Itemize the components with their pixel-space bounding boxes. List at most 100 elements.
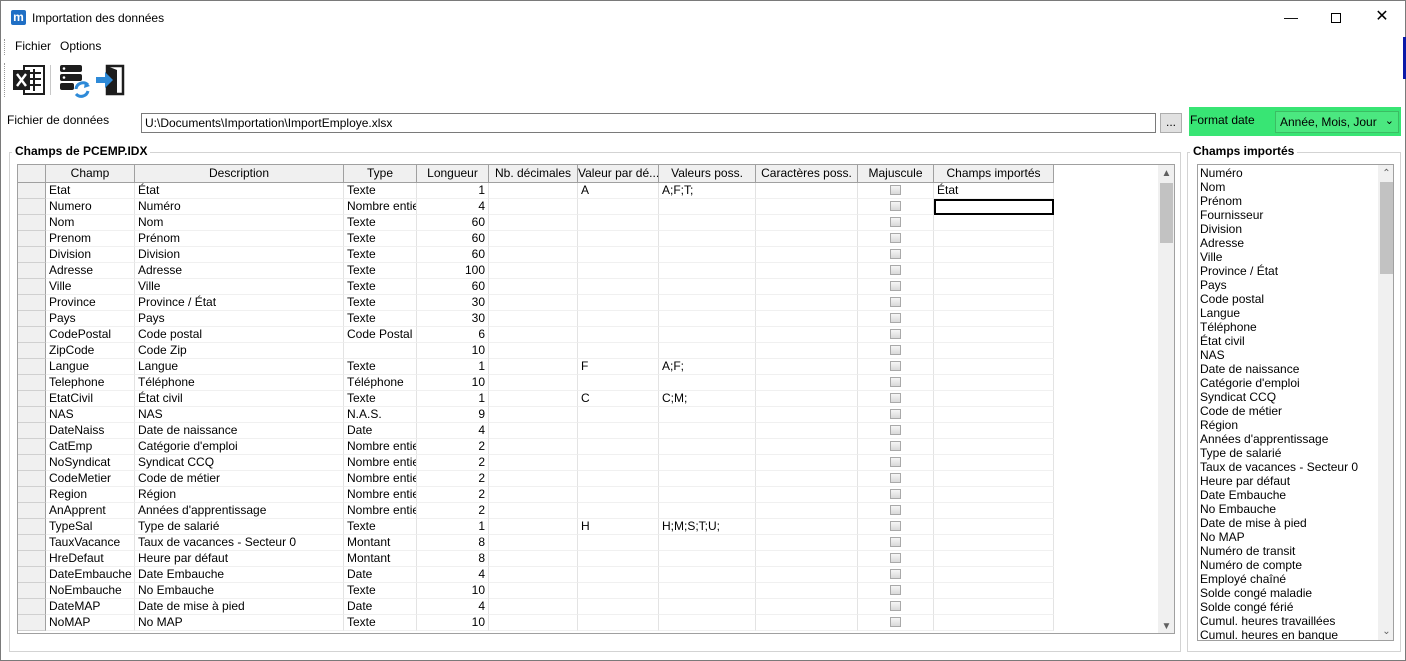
checkbox[interactable] [890, 361, 901, 371]
grid-cell[interactable]: 10 [417, 375, 489, 391]
list-item[interactable]: Années d'apprentissage [1198, 432, 1378, 446]
grid-cell[interactable]: Region [46, 487, 135, 503]
grid-cell[interactable]: Division [135, 247, 344, 263]
grid-cell[interactable] [578, 263, 659, 279]
checkbox[interactable] [890, 217, 901, 227]
grid-cell[interactable] [756, 471, 858, 487]
list-item[interactable]: Prénom [1198, 194, 1378, 208]
grid-cell[interactable] [934, 391, 1054, 407]
grid-cell[interactable]: DateNaiss [46, 423, 135, 439]
grid-cell[interactable]: Telephone [46, 375, 135, 391]
column-header[interactable]: Description [135, 165, 344, 183]
grid-cell[interactable] [934, 295, 1054, 311]
list-item[interactable]: Cumul. heures en banque [1198, 628, 1378, 640]
checkbox[interactable] [890, 201, 901, 211]
list-item[interactable]: Adresse [1198, 236, 1378, 250]
grid-cell[interactable]: Langue [46, 359, 135, 375]
uppercase-checkbox-cell[interactable] [858, 583, 934, 599]
grid-cell[interactable] [489, 535, 578, 551]
scroll-down-arrow-icon[interactable]: ▼ [1158, 618, 1174, 633]
list-item[interactable]: Numéro de compte [1198, 558, 1378, 572]
grid-cell[interactable]: No Embauche [135, 583, 344, 599]
grid-cell[interactable] [578, 599, 659, 615]
grid-cell[interactable] [756, 343, 858, 359]
table-row[interactable]: AnApprent Années d'apprentissage Nombre en… [18, 503, 1158, 519]
grid-cell[interactable] [659, 599, 756, 615]
checkbox[interactable] [890, 425, 901, 435]
grid-cell[interactable]: Texte [344, 615, 417, 631]
grid-cell[interactable]: Nombre entier [344, 439, 417, 455]
table-row[interactable]: DateEmbauche Date Embauche Date 4 [18, 567, 1158, 583]
table-row[interactable]: CodePostal Code postal Code Postal 6 [18, 327, 1158, 343]
grid-cell[interactable] [659, 375, 756, 391]
grid-cell[interactable]: Nombre entier [344, 503, 417, 519]
grid-cell[interactable] [756, 407, 858, 423]
column-header[interactable]: Longueur [417, 165, 489, 183]
grid-cell[interactable] [934, 503, 1054, 519]
list-item[interactable]: Date de naissance [1198, 362, 1378, 376]
grid-cell[interactable]: DateEmbauche [46, 567, 135, 583]
grid-cell[interactable]: Texte [344, 583, 417, 599]
grid-cell[interactable] [756, 423, 858, 439]
fields-grid[interactable]: Champ Description Type Longueur Nb. décimale… [17, 164, 1175, 634]
table-row[interactable]: Region Région Nombre entier 2 [18, 487, 1158, 503]
grid-cell[interactable] [756, 519, 858, 535]
grid-cell[interactable] [489, 359, 578, 375]
grid-cell[interactable]: Ville [46, 279, 135, 295]
grid-cell[interactable]: Date [344, 599, 417, 615]
checkbox[interactable] [890, 297, 901, 307]
grid-cell[interactable]: 30 [417, 311, 489, 327]
uppercase-checkbox-cell[interactable] [858, 503, 934, 519]
checkbox[interactable] [890, 505, 901, 515]
grid-cell[interactable]: État civil [135, 391, 344, 407]
grid-vertical-scrollbar[interactable]: ▲ ▼ [1158, 165, 1174, 633]
grid-cell[interactable]: Province / État [135, 295, 344, 311]
grid-cell[interactable]: CatEmp [46, 439, 135, 455]
list-item[interactable]: Ville [1198, 250, 1378, 264]
row-header[interactable] [18, 391, 46, 407]
grid-cell[interactable] [659, 231, 756, 247]
list-item[interactable]: Langue [1198, 306, 1378, 320]
uppercase-checkbox-cell[interactable] [858, 183, 934, 199]
grid-cell[interactable] [489, 423, 578, 439]
uppercase-checkbox-cell[interactable] [858, 263, 934, 279]
table-row[interactable]: NoEmbauche No Embauche Texte 10 [18, 583, 1158, 599]
grid-cell[interactable] [756, 263, 858, 279]
checkbox[interactable] [890, 601, 901, 611]
column-header[interactable]: Valeur par dé... [578, 165, 659, 183]
grid-cell[interactable] [578, 295, 659, 311]
row-header[interactable] [18, 327, 46, 343]
row-header[interactable] [18, 279, 46, 295]
list-item[interactable]: Province / État [1198, 264, 1378, 278]
grid-cell[interactable] [489, 471, 578, 487]
grid-cell[interactable] [756, 567, 858, 583]
uppercase-checkbox-cell[interactable] [858, 615, 934, 631]
table-row[interactable]: Telephone Téléphone Téléphone 10 [18, 375, 1158, 391]
list-item[interactable]: Catégorie d'emploi [1198, 376, 1378, 390]
grid-cell[interactable] [578, 487, 659, 503]
imported-fields-list[interactable]: Numéro Nom Prénom Fournisseur Division Adress… [1197, 164, 1394, 641]
grid-cell[interactable] [578, 423, 659, 439]
grid-cell[interactable] [934, 231, 1054, 247]
grid-cell[interactable] [578, 311, 659, 327]
date-format-select[interactable]: Année, Mois, Jour ⌄ [1275, 111, 1399, 133]
table-row[interactable]: Numero Numéro Nombre entier 4 [18, 199, 1158, 215]
database-refresh-icon[interactable] [56, 62, 92, 98]
grid-cell[interactable]: Texte [344, 247, 417, 263]
grid-cell[interactable]: Adresse [46, 263, 135, 279]
list-scroll-up-icon[interactable]: ⌃ [1378, 165, 1393, 182]
grid-cell[interactable] [659, 311, 756, 327]
uppercase-checkbox-cell[interactable] [858, 311, 934, 327]
row-header[interactable] [18, 343, 46, 359]
list-item[interactable]: No MAP [1198, 530, 1378, 544]
grid-cell[interactable]: NAS [135, 407, 344, 423]
scroll-thumb[interactable] [1160, 183, 1173, 243]
grid-cell[interactable] [578, 327, 659, 343]
grid-cell[interactable]: DateMAP [46, 599, 135, 615]
grid-cell[interactable]: Code Zip [135, 343, 344, 359]
row-header[interactable] [18, 567, 46, 583]
grid-cell[interactable]: Nom [135, 215, 344, 231]
grid-cell[interactable] [489, 327, 578, 343]
grid-cell[interactable] [578, 279, 659, 295]
table-row[interactable]: NoMAP No MAP Texte 10 [18, 615, 1158, 631]
